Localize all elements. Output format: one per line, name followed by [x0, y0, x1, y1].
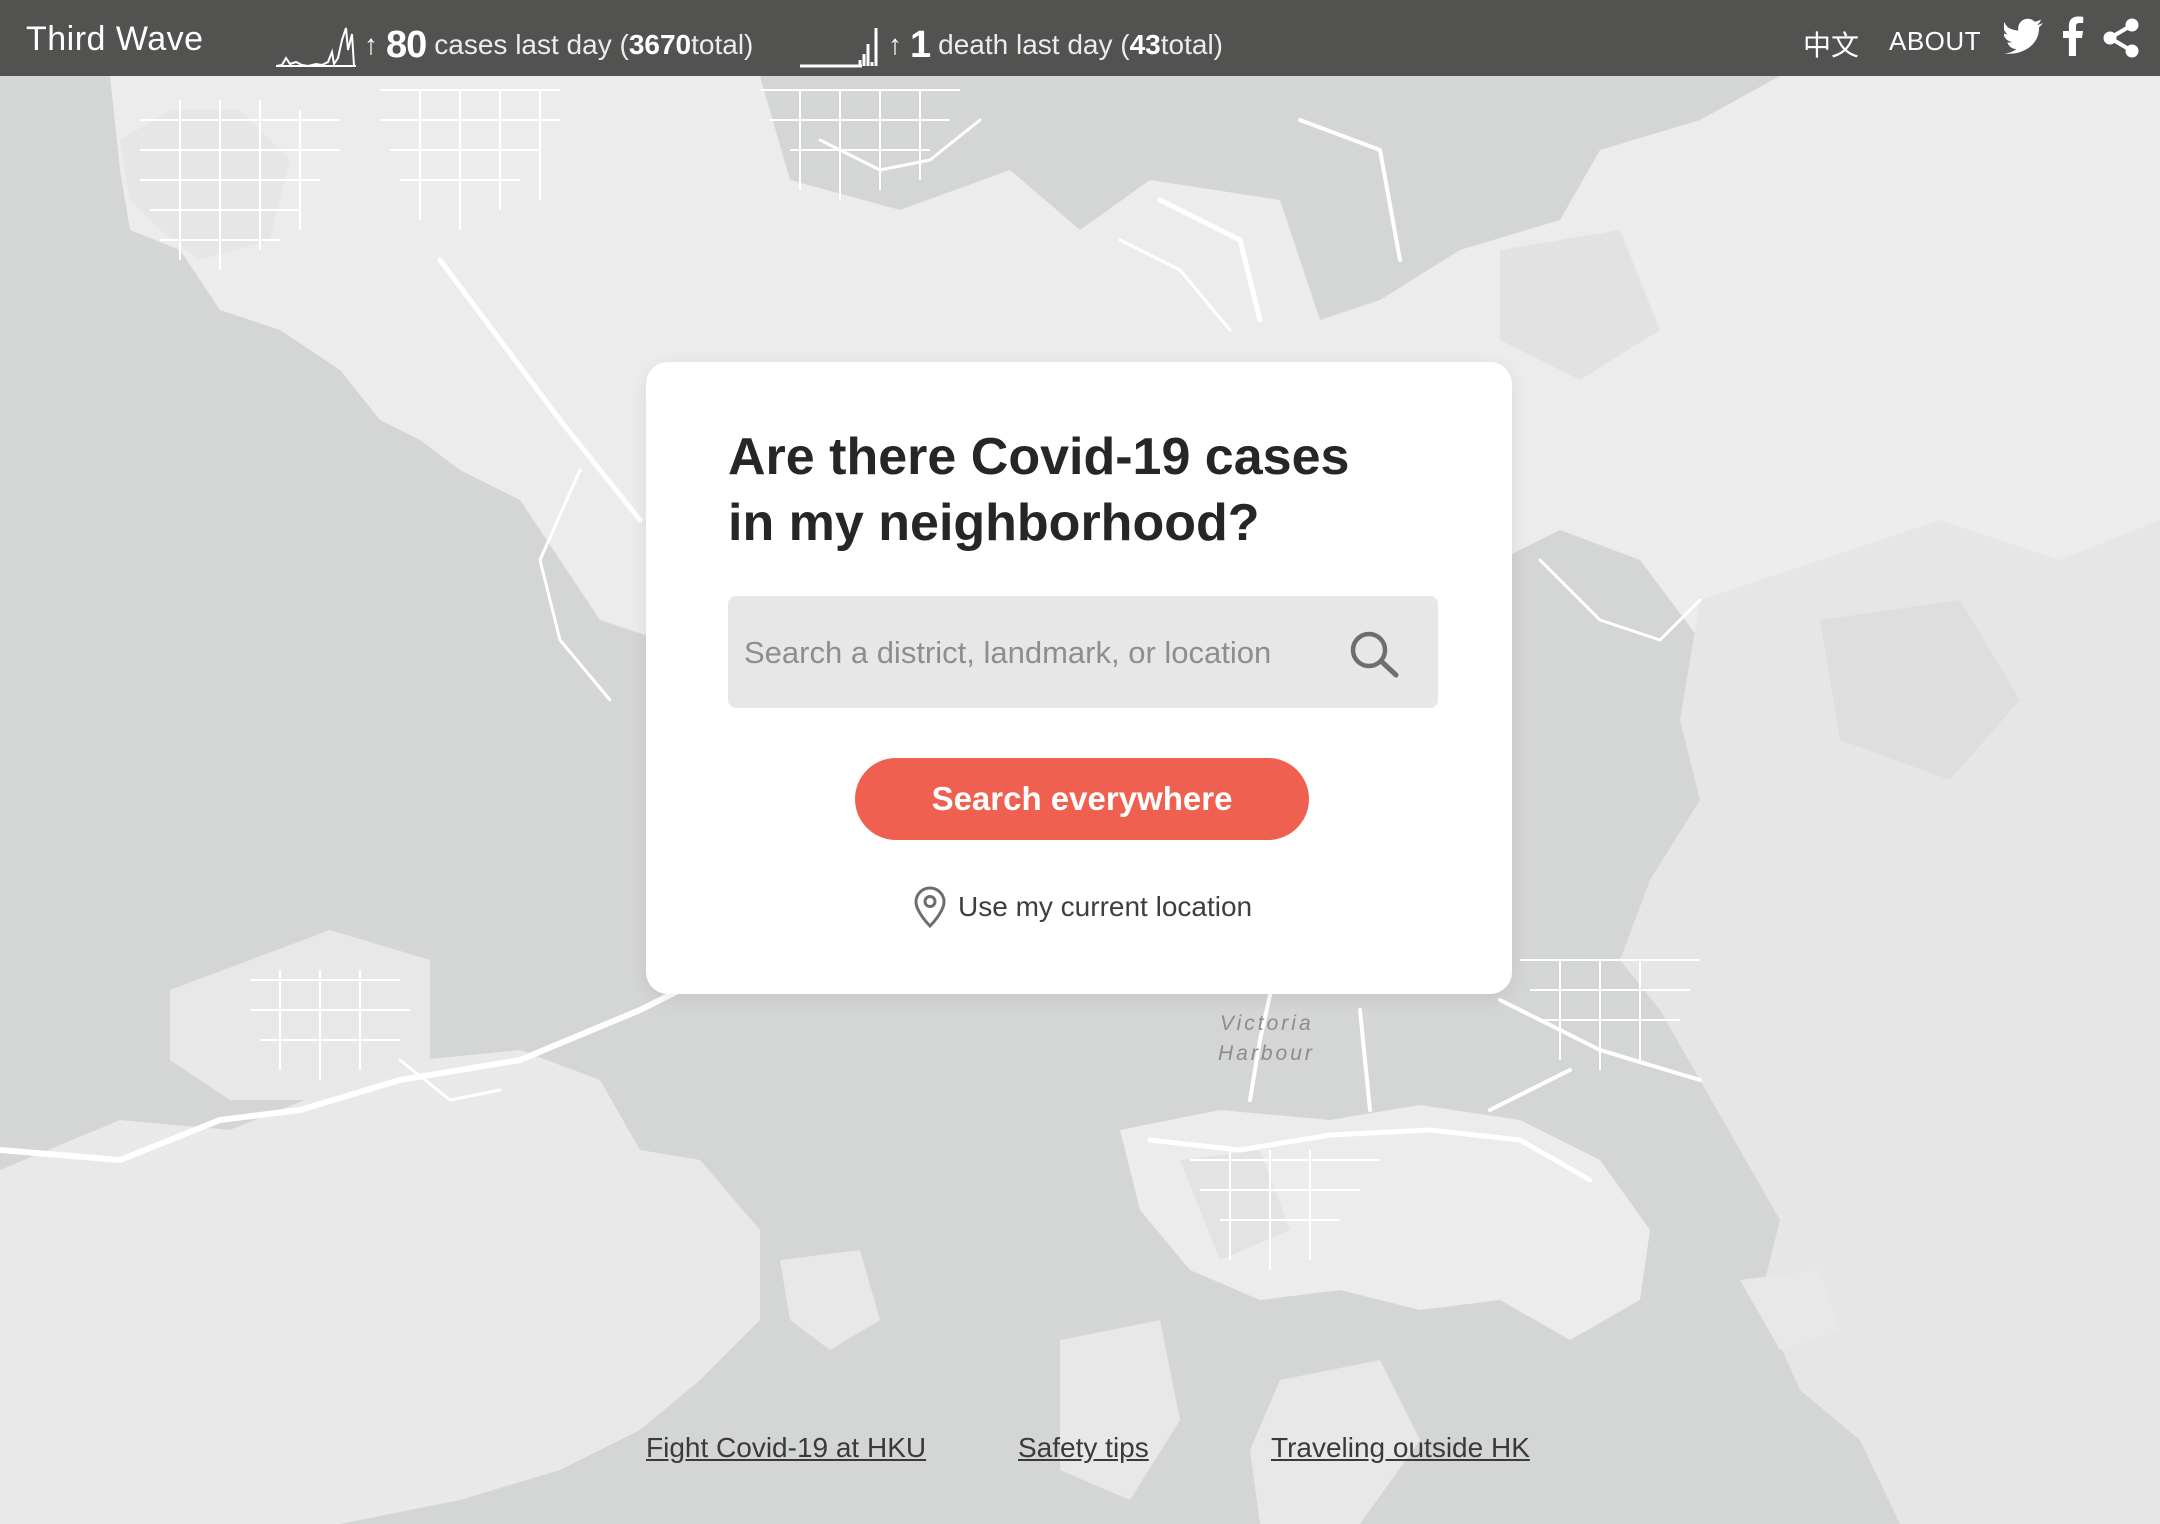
- card-title: Are there Covid-19 cases in my neighborh…: [728, 424, 1448, 556]
- cases-suffix: total): [691, 29, 754, 60]
- top-bar: Third Wave ↑ 80 cases last day (3670 tot…: [0, 0, 2160, 76]
- deaths-label: death last day (: [938, 29, 1130, 60]
- cases-stat: ↑ 80 cases last day (3670 total): [276, 22, 753, 68]
- search-card: Are there Covid-19 cases in my neighborh…: [646, 362, 1512, 994]
- deaths-stat: ↑ 1 death last day (43 total): [800, 22, 1223, 68]
- twitter-icon[interactable]: [2004, 18, 2044, 54]
- footer-link-traveling[interactable]: Traveling outside HK: [1271, 1432, 1530, 1464]
- footer-link-safety-tips[interactable]: Safety tips: [1018, 1432, 1149, 1464]
- deaths-suffix: total): [1160, 29, 1223, 60]
- deaths-count: 1: [910, 23, 931, 66]
- share-icon[interactable]: [2102, 18, 2140, 58]
- location-pin-icon: [914, 886, 946, 928]
- cases-count: 80: [386, 23, 427, 66]
- cases-arrow: ↑: [364, 29, 378, 60]
- cases-sparkline-icon: [276, 27, 356, 68]
- footer-link-fight-covid[interactable]: Fight Covid-19 at HKU: [646, 1432, 926, 1464]
- map-label-victoria: Victoria: [1220, 1012, 1314, 1035]
- card-title-line-1: Are there Covid-19 cases: [728, 428, 1350, 486]
- map-label-harbour: Harbour: [1218, 1042, 1315, 1065]
- card-title-line-2: in my neighborhood?: [728, 494, 1260, 552]
- use-current-location-label: Use my current location: [958, 891, 1253, 922]
- deaths-total: 43: [1129, 29, 1161, 60]
- brand-title[interactable]: Third Wave: [26, 20, 204, 59]
- search-input[interactable]: [742, 596, 1346, 710]
- cases-label: cases last day (: [434, 29, 629, 60]
- search-icon[interactable]: [1348, 630, 1402, 680]
- cases-total: 3670: [628, 29, 692, 60]
- use-current-location[interactable]: Use my current location: [914, 886, 1252, 928]
- search-everywhere-button[interactable]: Search everywhere: [855, 758, 1309, 840]
- language-toggle[interactable]: 中文: [1803, 24, 1859, 64]
- facebook-icon[interactable]: [2060, 16, 2084, 56]
- about-link[interactable]: ABOUT: [1889, 26, 1981, 57]
- deaths-sparkline-icon: [800, 28, 878, 68]
- search-box[interactable]: [728, 596, 1438, 710]
- deaths-arrow: ↑: [888, 29, 902, 60]
